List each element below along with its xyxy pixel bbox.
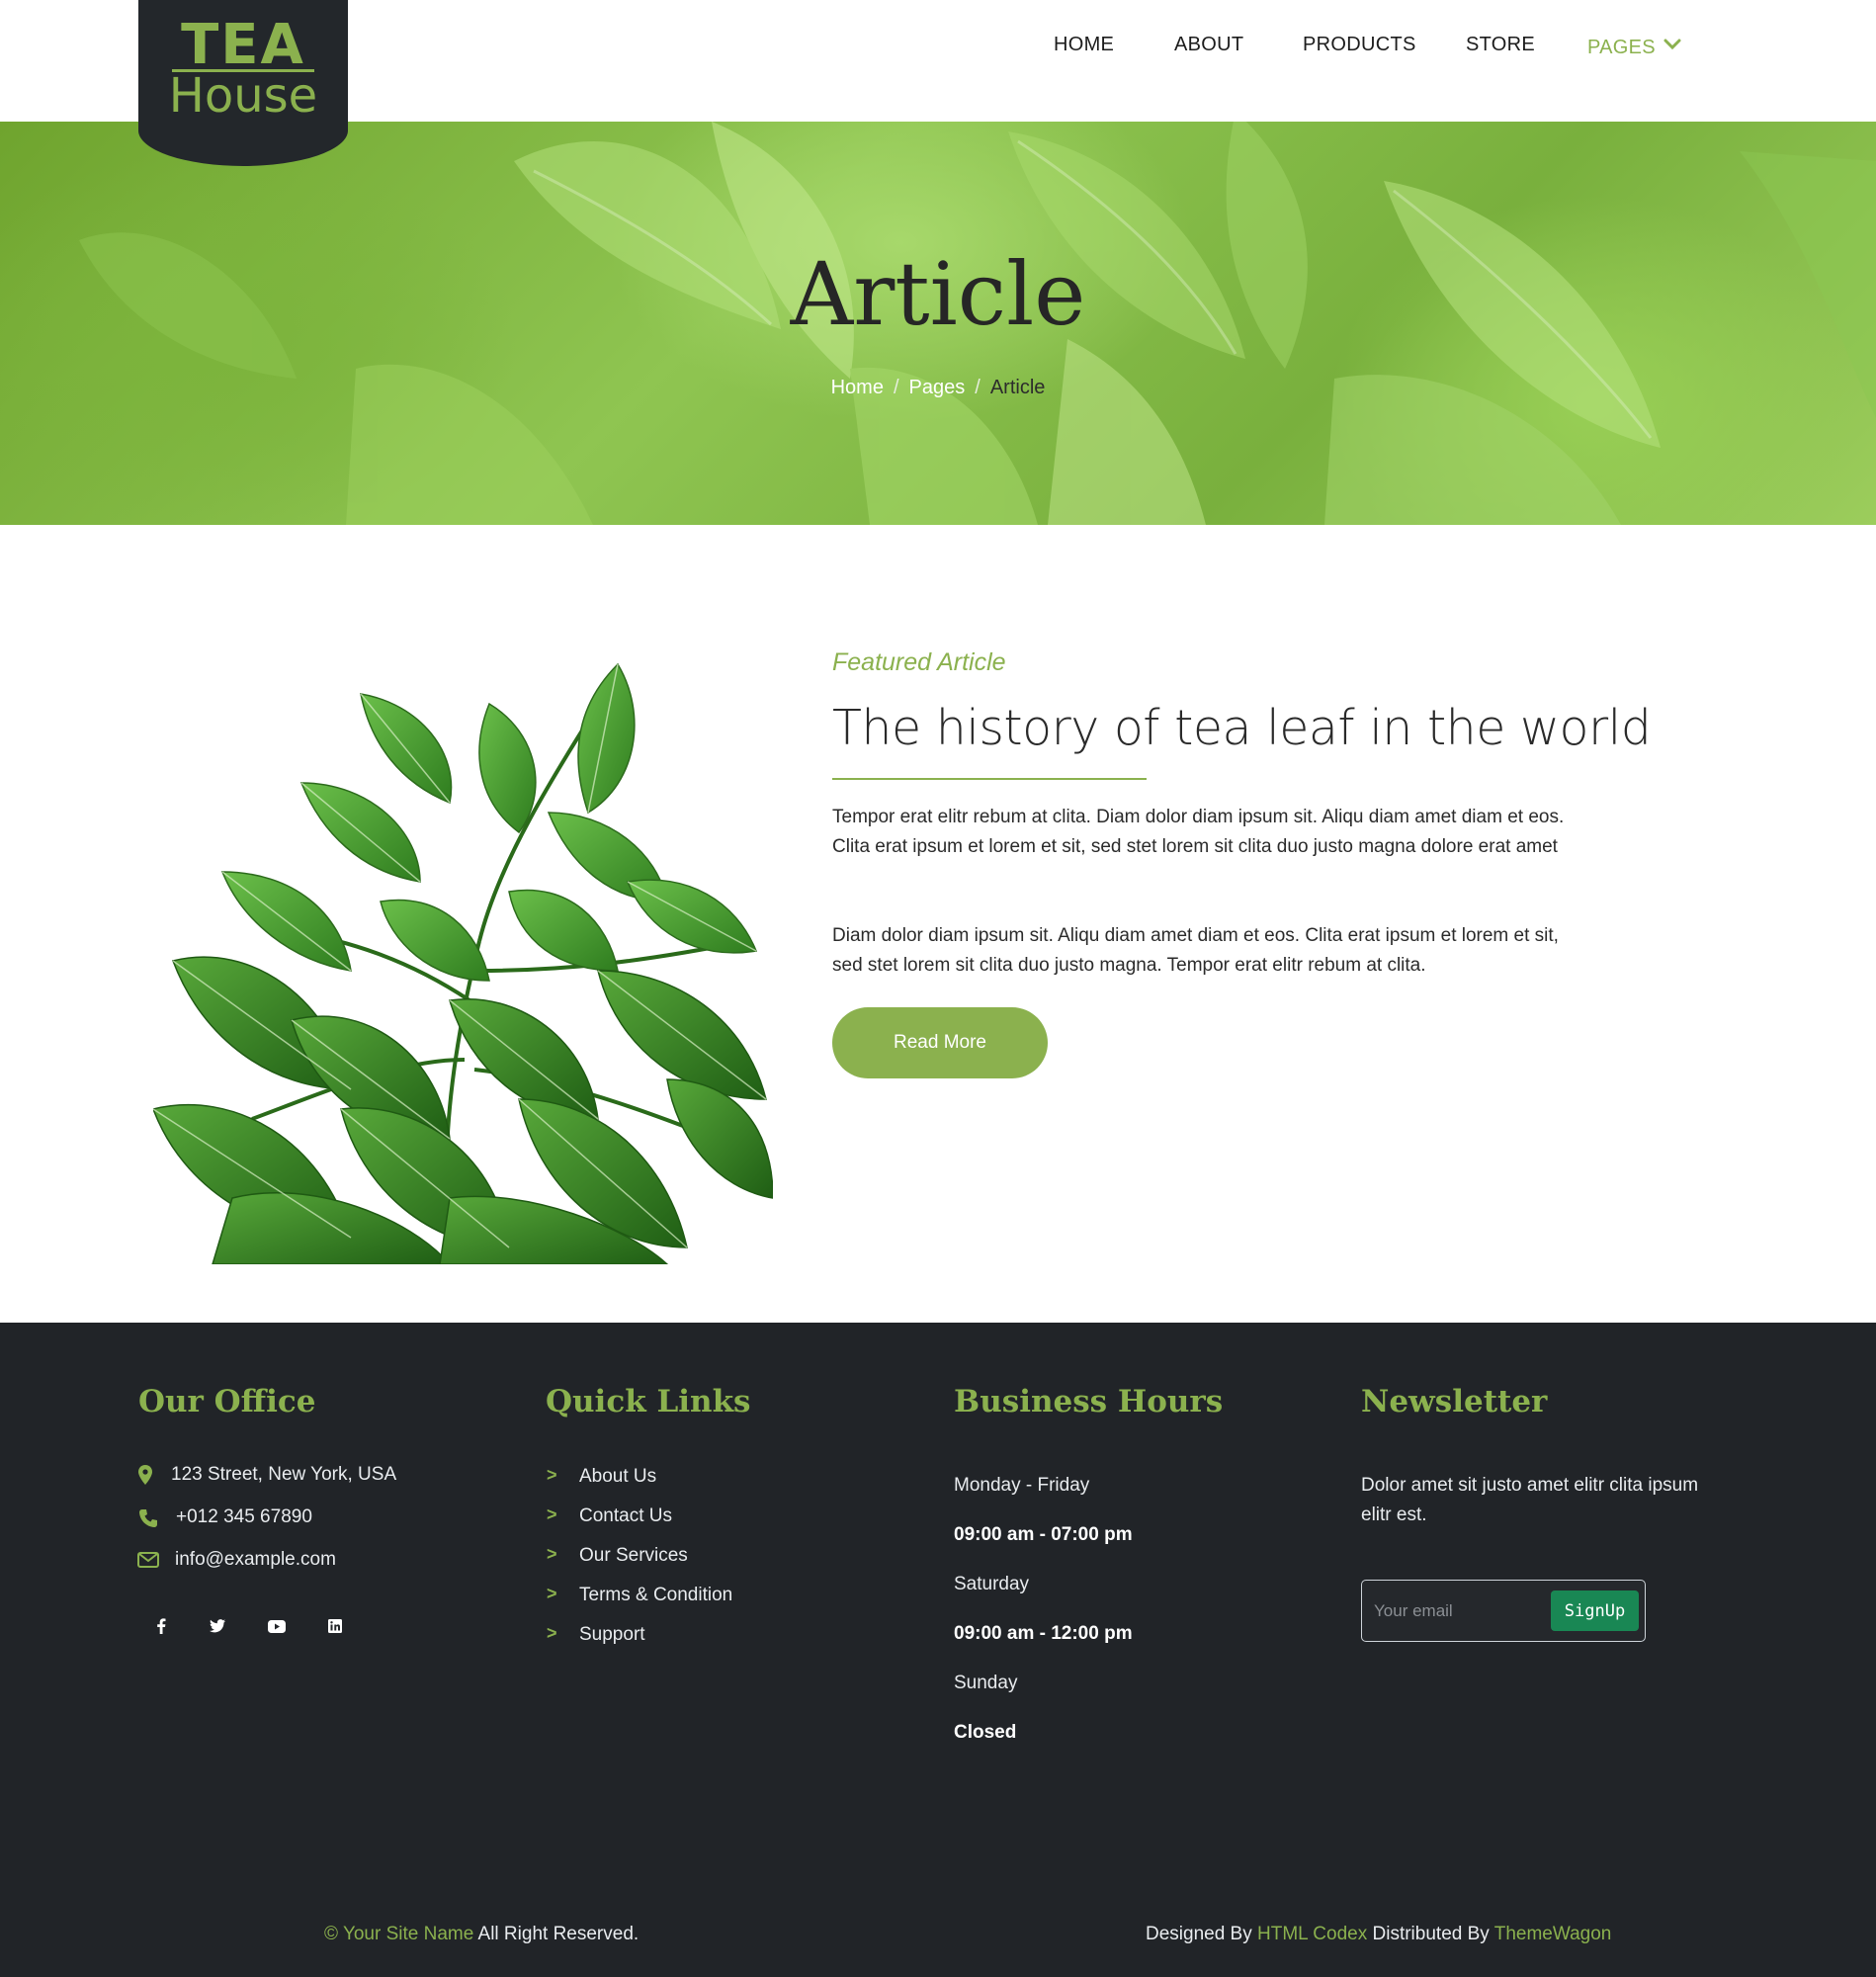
- chevron-right-icon: >: [547, 1584, 557, 1603]
- breadcrumb: Home / Pages / Article: [0, 377, 1876, 399]
- nav-home[interactable]: HOME: [1054, 34, 1114, 56]
- title-underline: [832, 778, 1147, 780]
- themewagon-link[interactable]: ThemeWagon: [1494, 1924, 1612, 1944]
- office-heading: Our Office: [138, 1384, 316, 1419]
- credits-distributed-by: Distributed By: [1367, 1924, 1494, 1944]
- quick-links-heading: Quick Links: [546, 1384, 751, 1419]
- hours-time-sunday: Closed: [954, 1722, 1017, 1743]
- chevron-right-icon: >: [547, 1544, 557, 1564]
- article-title: The history of tea leaf in the world: [832, 700, 1652, 756]
- phone-icon: [138, 1508, 158, 1532]
- nav-store[interactable]: STORE: [1466, 34, 1535, 56]
- hours-time-saturday: 09:00 am - 12:00 pm: [954, 1623, 1133, 1644]
- copyright: © Your Site Name All Right Reserved.: [324, 1924, 639, 1945]
- credits: Designed By HTML Codex Distributed By Th…: [1146, 1924, 1611, 1945]
- hours-day-sunday: Sunday: [954, 1673, 1018, 1693]
- quick-link-services[interactable]: Our Services: [579, 1545, 688, 1567]
- html-codex-link[interactable]: HTML Codex: [1257, 1924, 1367, 1944]
- chevron-right-icon: >: [547, 1465, 557, 1485]
- site-header: TEA House HOME ABOUT PRODUCTS STORE PAGE…: [0, 0, 1876, 166]
- quick-link-about[interactable]: About Us: [579, 1466, 656, 1488]
- map-marker-icon: [138, 1465, 152, 1489]
- nav-products[interactable]: PRODUCTS: [1303, 34, 1416, 56]
- facebook-icon[interactable]: [143, 1608, 179, 1644]
- quick-link-support[interactable]: Support: [579, 1624, 645, 1646]
- breadcrumb-home[interactable]: Home: [831, 377, 884, 398]
- hours-heading: Business Hours: [954, 1384, 1224, 1419]
- chevron-right-icon: >: [547, 1504, 557, 1524]
- hours-day-saturday: Saturday: [954, 1574, 1030, 1594]
- office-address: 123 Street, New York, USA: [171, 1464, 397, 1485]
- newsletter-text-line-1: Dolor amet sit justo amet elitr clita ip…: [1361, 1475, 1699, 1496]
- article-image: [153, 645, 773, 1264]
- logo[interactable]: TEA House: [138, 0, 348, 166]
- site-name-link[interactable]: Your Site Name: [343, 1924, 473, 1944]
- office-phone: +012 345 67890: [176, 1506, 312, 1527]
- newsletter-text-line-2: elitr est.: [1361, 1504, 1427, 1525]
- site-footer: [0, 1323, 1876, 1977]
- quick-link-terms[interactable]: Terms & Condition: [579, 1585, 732, 1606]
- logo-line-2: House: [168, 68, 318, 124]
- page-hero: Article Home / Pages / Article: [0, 122, 1876, 525]
- nav-about[interactable]: ABOUT: [1174, 34, 1243, 56]
- article-paragraph-1: Tempor erat elitr rebum at clita. Diam d…: [832, 807, 1565, 857]
- breadcrumb-separator: /: [975, 377, 981, 398]
- envelope-icon: [137, 1552, 159, 1572]
- credits-designed-by: Designed By: [1146, 1924, 1258, 1944]
- chevron-right-icon: >: [547, 1623, 557, 1643]
- copyright-rest: All Right Reserved.: [473, 1924, 640, 1944]
- read-more-button[interactable]: Read More: [832, 1007, 1048, 1078]
- linkedin-icon[interactable]: [317, 1608, 353, 1644]
- tea-plant-image: [153, 662, 773, 1264]
- copyright-symbol: ©: [324, 1924, 343, 1944]
- chevron-down-icon: [1663, 34, 1681, 56]
- nav-pages-label: PAGES: [1587, 37, 1656, 58]
- hours-time-weekday: 09:00 am - 07:00 pm: [954, 1524, 1133, 1545]
- signup-button[interactable]: SignUp: [1551, 1590, 1639, 1631]
- nav-pages[interactable]: PAGES: [1587, 34, 1681, 59]
- office-email[interactable]: info@example.com: [175, 1549, 336, 1571]
- breadcrumb-separator: /: [893, 377, 899, 398]
- newsletter-email-input[interactable]: [1374, 1594, 1547, 1628]
- quick-link-contact[interactable]: Contact Us: [579, 1505, 672, 1527]
- breadcrumb-current: Article: [989, 377, 1046, 398]
- newsletter-form: SignUp: [1361, 1580, 1646, 1642]
- page-title: Article: [790, 243, 1086, 345]
- youtube-icon[interactable]: [259, 1608, 295, 1644]
- twitter-icon[interactable]: [200, 1608, 235, 1644]
- article-eyebrow: Featured Article: [832, 648, 1006, 676]
- breadcrumb-pages[interactable]: Pages: [909, 377, 966, 398]
- article-paragraph-2: Diam dolor diam ipsum sit. Aliqu diam am…: [832, 925, 1559, 976]
- hours-day-weekday: Monday - Friday: [954, 1475, 1090, 1496]
- newsletter-heading: Newsletter: [1361, 1384, 1548, 1419]
